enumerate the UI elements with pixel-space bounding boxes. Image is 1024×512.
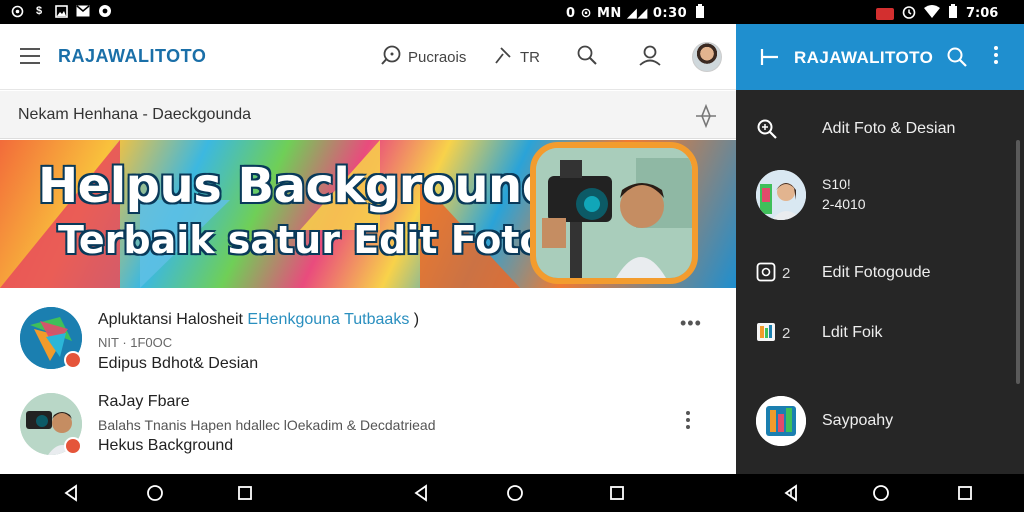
drawer-item-label: Adit Foto & Desian — [822, 120, 956, 137]
top-app-bar: RAJAWALITOTO Pucraois TR — [0, 24, 736, 90]
item-title: Apluktansi Halosheit EHenkgouna Tutbaaks… — [98, 311, 419, 329]
item-title: RaJay Fbare — [98, 393, 190, 411]
app-brand: RAJAWALITOTO — [58, 46, 207, 66]
status-time: 7:06 — [966, 6, 999, 21]
drawer-header: RAJAWALITOTO — [736, 24, 1024, 90]
banner-subheadline: Terbaik satur Edit Foto — [58, 218, 546, 262]
drawer-item-label: Ldit Foik — [822, 324, 883, 341]
status-mid: 0 ⊙ MN ◢◢ 0:30 — [566, 4, 705, 23]
drawer-avatar — [756, 170, 806, 220]
search-icon — [576, 44, 598, 70]
section-bar: Nekam Henhana - Daeckgounda — [0, 91, 736, 139]
item-title-accent: EHenkgouna Tutbaaks — [247, 311, 410, 328]
circle-icon — [10, 4, 24, 18]
battery-icon-right — [948, 4, 958, 23]
drawer-item-edit-foto[interactable]: Adit Foto & Desian — [736, 116, 1024, 146]
item-subtitle: Edipus Bdhot& Desian — [98, 355, 259, 372]
pin-icon — [492, 44, 514, 70]
drawer-scrollbar[interactable] — [1016, 140, 1020, 384]
item-subtitle: Hekus Background — [98, 437, 234, 454]
item-badge — [64, 437, 82, 455]
recents-nav-icon[interactable] — [236, 484, 254, 502]
item-title-main: RaJay Fbare — [98, 393, 190, 410]
home-nav-icon[interactable] — [872, 484, 890, 502]
person-icon — [638, 44, 662, 70]
topbar-item-1-label: Pucraois — [408, 48, 467, 66]
record-icon — [98, 4, 112, 18]
back-nav-icon[interactable] — [412, 484, 430, 502]
drawer-item-profile[interactable]: S10! 2-4010 — [736, 170, 1024, 224]
drawer-more-icon[interactable] — [994, 46, 998, 67]
item-meta: Balahs Tnanis Hapen hdallec lOekadim & D… — [98, 417, 436, 433]
topbar-item-2-label: TR — [520, 48, 540, 66]
drawer-profile-line1: S10! — [822, 176, 851, 192]
menu-icon[interactable] — [20, 48, 40, 69]
zoom-icon — [756, 118, 778, 145]
gallery-icon — [756, 262, 776, 287]
wifi-icon — [924, 5, 940, 22]
battery-icon — [695, 4, 705, 23]
drawer-item-label: Edit Fotogoude — [822, 264, 931, 281]
drawer-brand: RAJAWALITOTO — [794, 48, 934, 67]
image-icon — [54, 4, 68, 18]
drawer-item-label: Saypoahy — [822, 412, 894, 429]
alarm-icon — [902, 5, 916, 23]
drawer-item-count: 2 — [782, 265, 791, 282]
content-list: Apluktansi Halosheit EHenkgouna Tutbaaks… — [0, 289, 736, 477]
chat-search-icon — [380, 44, 402, 70]
status-mid-text: 0 ⊙ MN ◢◢ 0:30 — [566, 6, 688, 21]
dollar-icon: $ — [35, 5, 43, 17]
status-right: 7:06 — [876, 4, 998, 23]
hero-banner[interactable]: Helpus Background Terbaik satur Edit Fot… — [0, 140, 736, 288]
drawer-search-icon[interactable] — [946, 46, 968, 73]
color-palette-icon — [756, 322, 776, 347]
list-item[interactable]: Apluktansi Halosheit EHenkgouna Tutbaaks… — [0, 289, 736, 383]
list-item[interactable]: RaJay Fbare Balahs Tnanis Hapen hdallec … — [0, 383, 736, 477]
home-nav-icon[interactable] — [146, 484, 164, 502]
mail-icon — [76, 4, 90, 18]
compass-icon[interactable] — [694, 103, 718, 133]
drawer-item-count: 2 — [782, 325, 791, 342]
topbar-item-2[interactable]: TR — [492, 44, 540, 70]
back-nav-icon[interactable] — [782, 484, 800, 502]
drawer-item-ldit-foik[interactable]: 2 Ldit Foik — [736, 320, 1024, 350]
banner-photo — [530, 142, 698, 284]
back-nav-icon[interactable] — [62, 484, 80, 502]
item-title-tail: ) — [409, 311, 420, 328]
main-pane: RAJAWALITOTO Pucraois TR Nekam Henhana -… — [0, 24, 736, 474]
item-meta: NIT · 1F0OC — [98, 335, 173, 350]
item-badge — [64, 351, 82, 369]
back-icon[interactable] — [758, 46, 780, 73]
recents-nav-icon[interactable] — [608, 484, 626, 502]
more-vertical-icon[interactable] — [686, 411, 690, 432]
status-left-icons: $ — [10, 4, 112, 18]
banner-headline: Helpus Background — [38, 158, 556, 214]
home-nav-icon[interactable] — [506, 484, 524, 502]
drawer-app-icon — [756, 396, 806, 446]
drawer-profile-line2: 2-4010 — [822, 196, 866, 212]
drawer-item-app[interactable]: Saypoahy — [736, 396, 1024, 450]
recents-nav-icon[interactable] — [956, 484, 974, 502]
system-nav-bar — [0, 474, 1024, 512]
side-drawer: RAJAWALITOTO Adit Foto & Desian S10! 2-4… — [736, 24, 1024, 474]
topbar-item-1[interactable]: Pucraois — [380, 44, 466, 70]
item-title-main: Apluktansi Halosheit — [98, 311, 248, 328]
more-horizontal-icon[interactable]: ••• — [680, 313, 702, 334]
search-button[interactable] — [576, 44, 598, 70]
drawer-item-edit-fotogoude[interactable]: 2 Edit Fotogoude — [736, 260, 1024, 290]
status-bar: $ 0 ⊙ MN ◢◢ 0:30 7:06 — [0, 0, 1024, 24]
user-avatar[interactable] — [692, 42, 722, 72]
notification-badge — [876, 7, 894, 20]
section-title: Nekam Henhana - Daeckgounda — [18, 106, 252, 123]
account-button[interactable] — [638, 44, 662, 70]
